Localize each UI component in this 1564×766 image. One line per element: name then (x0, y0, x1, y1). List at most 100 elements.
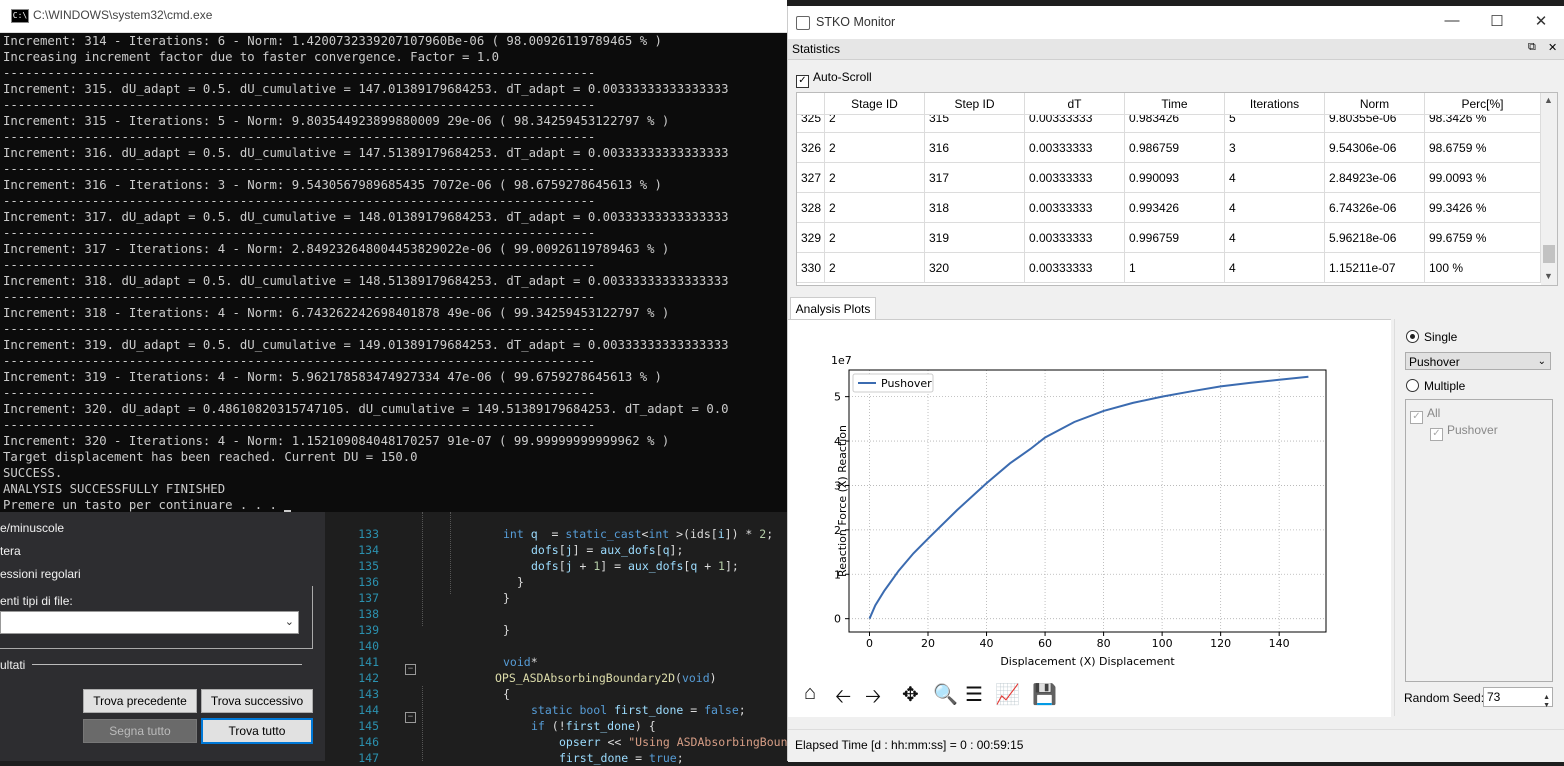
float-dock-icon[interactable]: ⧉ (1528, 41, 1536, 54)
table-row[interactable]: 327 2 317 0.00333333 0.990093 4 2.84923e-06 99.… (797, 163, 1541, 193)
forward-arrow-icon[interactable]: 🡢 (865, 682, 881, 716)
statistics-table[interactable]: 325 2 315 0.00333333 0.983426 5 9.80355e-06 98.… (796, 92, 1558, 286)
table-scrollbar[interactable]: ▲ ▼ (1541, 93, 1557, 285)
tab-analysis-plots[interactable]: Analysis Plots (790, 297, 876, 320)
scroll-up-icon[interactable]: ▲ (1544, 95, 1553, 105)
table-cell[interactable]: 1 (1125, 253, 1225, 283)
table-cell[interactable]: 0.986759 (1125, 133, 1225, 163)
column-header[interactable]: Norm (1325, 93, 1425, 115)
table-row[interactable]: 329 2 319 0.00333333 0.996759 4 5.96218e-06 99.… (797, 223, 1541, 253)
table-cell[interactable]: 0.00333333 (1025, 223, 1125, 253)
table-cell[interactable]: 4 (1225, 223, 1325, 253)
table-cell[interactable]: 320 (925, 253, 1025, 283)
column-header[interactable]: Time (1125, 93, 1225, 115)
column-header[interactable]: Step ID (925, 93, 1025, 115)
table-cell[interactable]: 2 (825, 253, 925, 283)
table-cell[interactable]: 0.00333333 (1025, 253, 1125, 283)
row-header[interactable]: 326 (797, 133, 825, 163)
code-token: q (530, 527, 538, 541)
table-cell[interactable]: 98.6759 % (1425, 133, 1541, 163)
table-cell[interactable]: 319 (925, 223, 1025, 253)
table-cell[interactable]: 4 (1225, 163, 1325, 193)
code-token: true (649, 751, 677, 765)
row-header[interactable]: 327 (797, 163, 825, 193)
console-output[interactable]: Increment: 314 - Iterations: 6 - Norm: 1… (3, 33, 787, 512)
table-cell[interactable]: 99.3426 % (1425, 193, 1541, 223)
table-cell[interactable]: 0.00333333 (1025, 133, 1125, 163)
scroll-down-icon[interactable]: ▼ (1544, 271, 1553, 281)
table-cell[interactable]: 2 (825, 223, 925, 253)
code-token: ; (766, 527, 774, 541)
zoom-icon[interactable]: 🔍 (933, 682, 958, 707)
file-types-combo[interactable]: ⌄ (0, 611, 299, 634)
table-cell[interactable]: 2.84923e-06 (1325, 163, 1425, 193)
stko-monitor-window[interactable]: STKO Monitor — ☐ ✕ Statistics ⧉ ✕ ✓ Auto-… (787, 6, 1564, 762)
find-next-button[interactable]: Trova successivo (201, 689, 313, 713)
table-cell[interactable]: 9.54306e-06 (1325, 133, 1425, 163)
maximize-icon[interactable]: ☐ (1487, 12, 1507, 30)
back-arrow-icon[interactable]: 🡠 (835, 682, 851, 716)
table-cell[interactable]: 3 (1225, 133, 1325, 163)
table-cell[interactable]: 0.00333333 (1025, 193, 1125, 223)
table-row[interactable]: 326 2 316 0.00333333 0.986759 3 9.54306e-06 98.… (797, 133, 1541, 163)
table-cell[interactable]: 316 (925, 133, 1025, 163)
table-cell[interactable]: 0.996759 (1125, 223, 1225, 253)
column-header[interactable]: dT (1025, 93, 1125, 115)
table-cell[interactable]: 2 (825, 163, 925, 193)
table-cell[interactable]: 0.00333333 (1025, 163, 1125, 193)
table-cell[interactable]: 2 (825, 193, 925, 223)
column-header[interactable]: Perc[%] (1425, 93, 1541, 115)
save-icon[interactable]: 💾 (1032, 682, 1057, 707)
edit-axis-icon[interactable]: 📈 (995, 682, 1020, 707)
table-cell[interactable]: 6.74326e-06 (1325, 193, 1425, 223)
spin-down-icon[interactable]: ▼ (1543, 697, 1550, 715)
table-row[interactable]: 328 2 318 0.00333333 0.993426 4 6.74326e-06 99.… (797, 193, 1541, 223)
table-cell[interactable]: 100 % (1425, 253, 1541, 283)
code-text: static bool first_done = false; (531, 702, 746, 718)
table-cell[interactable]: 5.96218e-06 (1325, 223, 1425, 253)
minimize-icon[interactable]: — (1442, 12, 1462, 29)
close-dock-icon[interactable]: ✕ (1548, 41, 1557, 54)
pushover-chart[interactable]: 0 20 40 60 80 100 120 1400123451e7Displacement … (788, 320, 1391, 717)
random-seed-spinbox[interactable]: 73 ▲ ▼ (1483, 687, 1553, 709)
regex-option[interactable]: essioni regolari (0, 567, 81, 581)
code-editor[interactable]: − − 133 int q = static_cast<int >(ids[i])… (325, 512, 871, 765)
pan-icon[interactable]: ✥ (902, 682, 919, 707)
close-icon[interactable]: ✕ (1531, 12, 1551, 30)
single-radio[interactable]: Single (1406, 330, 1457, 344)
configure-subplots-icon[interactable]: ☰ (965, 682, 983, 707)
table-cell[interactable]: 0.993426 (1125, 193, 1225, 223)
table-cell[interactable]: 2 (825, 133, 925, 163)
whole-word-option[interactable]: tera (0, 544, 21, 558)
row-header[interactable]: 329 (797, 223, 825, 253)
plot-select-combo[interactable]: Pushover ⌄ (1405, 352, 1551, 370)
row-header[interactable]: 328 (797, 193, 825, 223)
find-previous-button[interactable]: Trova precedente (83, 689, 197, 713)
table-cell[interactable]: 4 (1225, 193, 1325, 223)
home-icon[interactable]: ⌂ (804, 682, 816, 705)
code-token: false (704, 703, 739, 717)
table-cell[interactable]: 99.0093 % (1425, 163, 1541, 193)
table-row[interactable]: 330 2 320 0.00333333 1 4 1.15211e-07 100 % (797, 253, 1541, 283)
auto-scroll-checkbox[interactable]: ✓ Auto-Scroll (796, 70, 872, 88)
table-cell[interactable]: 1.15211e-07 (1325, 253, 1425, 283)
table-cell[interactable]: 317 (925, 163, 1025, 193)
row-header[interactable]: 330 (797, 253, 825, 283)
multiple-radio[interactable]: Multiple (1406, 379, 1465, 393)
tree-all-label: All (1427, 406, 1441, 420)
find-all-button[interactable]: Trova tutto (201, 718, 313, 744)
table-cell[interactable]: 318 (925, 193, 1025, 223)
mark-all-button[interactable]: Segna tutto (83, 719, 197, 743)
table-cell[interactable]: 4 (1225, 253, 1325, 283)
column-header[interactable]: Iterations (1225, 93, 1325, 115)
column-header[interactable]: Stage ID (825, 93, 925, 115)
code-line: 138 (325, 606, 787, 622)
cmd-window[interactable]: C:\ C:\WINDOWS\system32\cmd.exe Incremen… (0, 0, 787, 512)
table-cell[interactable]: 0.990093 (1125, 163, 1225, 193)
scrollbar-thumb[interactable] (1543, 245, 1555, 263)
stko-title-bar[interactable]: STKO Monitor — ☐ ✕ (788, 6, 1564, 39)
table-cell[interactable]: 99.6759 % (1425, 223, 1541, 253)
cmd-title-bar[interactable]: C:\ C:\WINDOWS\system32\cmd.exe (0, 0, 787, 33)
match-case-option[interactable]: e/minuscole (0, 521, 64, 535)
line-number: 133 (358, 527, 379, 541)
